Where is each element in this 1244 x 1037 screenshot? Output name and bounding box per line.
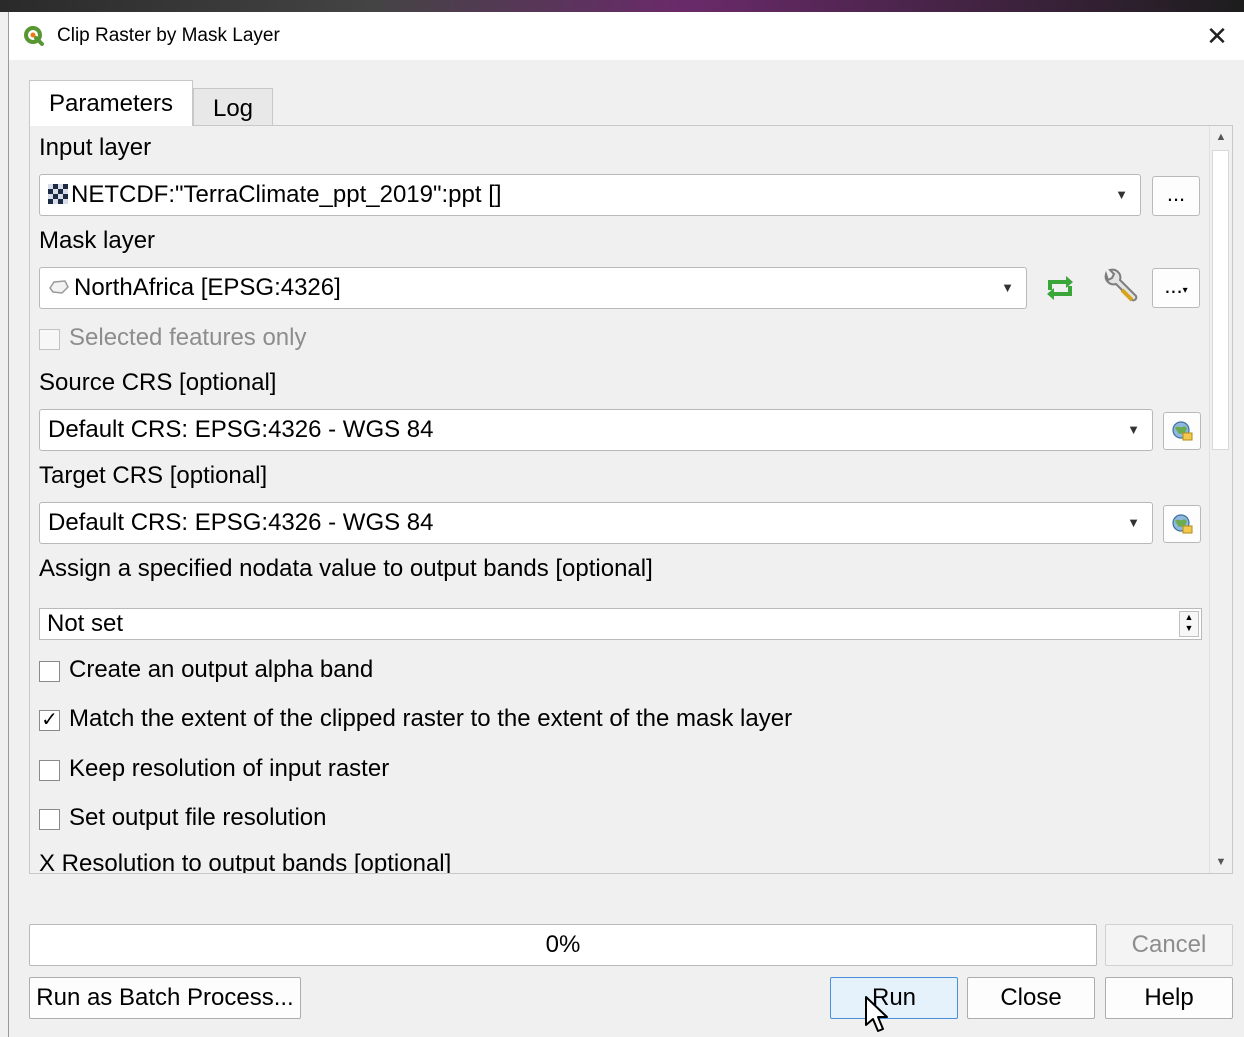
- mask-layer-combo[interactable]: NorthAfrica [EPSG:4326] ▼: [39, 267, 1027, 309]
- chevron-down-icon: ▼: [1001, 280, 1014, 295]
- nodata-spinbox[interactable]: Not set ▲ ▼: [39, 608, 1202, 640]
- selected-features-only-checkbox[interactable]: [39, 329, 60, 350]
- mask-layer-label: Mask layer: [39, 227, 156, 254]
- raster-layer-icon: [48, 184, 68, 204]
- tab-log[interactable]: Log: [193, 88, 273, 126]
- source-crs-label: Source CRS [optional]: [39, 369, 277, 396]
- run-button[interactable]: Run: [830, 977, 958, 1019]
- close-button[interactable]: Close: [967, 977, 1095, 1019]
- input-layer-combo[interactable]: NETCDF:"TerraClimate_ppt_2019":ppt [] ▼: [39, 174, 1141, 216]
- cancel-button[interactable]: Cancel: [1105, 924, 1233, 966]
- mask-layer-browse-button[interactable]: ...▾: [1152, 268, 1200, 308]
- spin-arrows-icon[interactable]: ▲ ▼: [1179, 611, 1199, 637]
- target-crs-select-button[interactable]: [1163, 505, 1201, 543]
- source-crs-select-button[interactable]: [1163, 412, 1201, 450]
- run-as-batch-button[interactable]: Run as Batch Process...: [29, 977, 301, 1019]
- clip-raster-dialog: Clip Raster by Mask Layer ✕ Parameters L…: [8, 12, 1244, 1037]
- alpha-band-checkbox[interactable]: [39, 661, 60, 682]
- iterate-features-icon[interactable]: [1042, 272, 1078, 304]
- input-layer-label: Input layer: [39, 134, 152, 161]
- match-extent-label: Match the extent of the clipped raster t…: [69, 705, 793, 732]
- title-bar: Clip Raster by Mask Layer ✕: [9, 12, 1244, 60]
- input-layer-browse-button[interactable]: ...: [1152, 176, 1200, 216]
- selected-features-only-label: Selected features only: [69, 324, 307, 351]
- source-crs-combo[interactable]: Default CRS: EPSG:4326 - WGS 84 ▼: [39, 409, 1153, 451]
- input-layer-value: NETCDF:"TerraClimate_ppt_2019":ppt []: [71, 181, 502, 208]
- help-button[interactable]: Help: [1105, 977, 1233, 1019]
- globe-crs-icon: [1172, 421, 1193, 441]
- progress-text: 0%: [545, 931, 581, 958]
- parameters-panel: Input layer NETCDF:"TerraClimate_ppt_201…: [29, 125, 1233, 874]
- keep-resolution-checkbox[interactable]: [39, 760, 60, 781]
- mask-layer-value: NorthAfrica [EPSG:4326]: [74, 274, 341, 301]
- set-resolution-checkbox[interactable]: [39, 809, 60, 830]
- alpha-band-label: Create an output alpha band: [69, 656, 374, 683]
- window-title: Clip Raster by Mask Layer: [57, 25, 280, 46]
- qgis-logo-icon: [24, 26, 44, 46]
- chevron-down-icon: ▼: [1127, 422, 1140, 437]
- parameters-scrollbar[interactable]: ▲ ▼: [1209, 126, 1232, 873]
- mouse-pointer-icon: [865, 996, 888, 1032]
- set-resolution-label: Set output file resolution: [69, 804, 327, 831]
- source-crs-value: Default CRS: EPSG:4326 - WGS 84: [48, 416, 434, 443]
- dropdown-caret-icon: ▾: [1182, 285, 1188, 296]
- keep-resolution-label: Keep resolution of input raster: [69, 755, 390, 782]
- chevron-down-icon: ▼: [1115, 187, 1128, 202]
- target-crs-value: Default CRS: EPSG:4326 - WGS 84: [48, 509, 434, 536]
- advanced-options-wrench-icon[interactable]: [1098, 268, 1140, 308]
- chevron-down-icon: ▼: [1127, 515, 1140, 530]
- close-window-icon[interactable]: ✕: [1199, 18, 1235, 54]
- globe-crs-icon: [1172, 514, 1193, 534]
- target-crs-combo[interactable]: Default CRS: EPSG:4326 - WGS 84 ▼: [39, 502, 1153, 544]
- background-window-strip: [0, 0, 1244, 12]
- nodata-value: Not set: [47, 610, 124, 637]
- progress-bar: 0%: [29, 924, 1097, 966]
- scroll-up-icon[interactable]: ▲: [1210, 126, 1232, 148]
- target-crs-label: Target CRS [optional]: [39, 462, 268, 489]
- match-extent-checkbox[interactable]: ✓: [39, 710, 60, 731]
- tab-parameters[interactable]: Parameters: [29, 80, 193, 126]
- polygon-layer-icon: [49, 280, 69, 294]
- nodata-label: Assign a specified nodata value to outpu…: [39, 555, 653, 582]
- scrollbar-thumb[interactable]: [1212, 150, 1229, 450]
- x-resolution-label: X Resolution to output bands [optional]: [39, 850, 452, 874]
- scroll-down-icon[interactable]: ▼: [1210, 851, 1232, 873]
